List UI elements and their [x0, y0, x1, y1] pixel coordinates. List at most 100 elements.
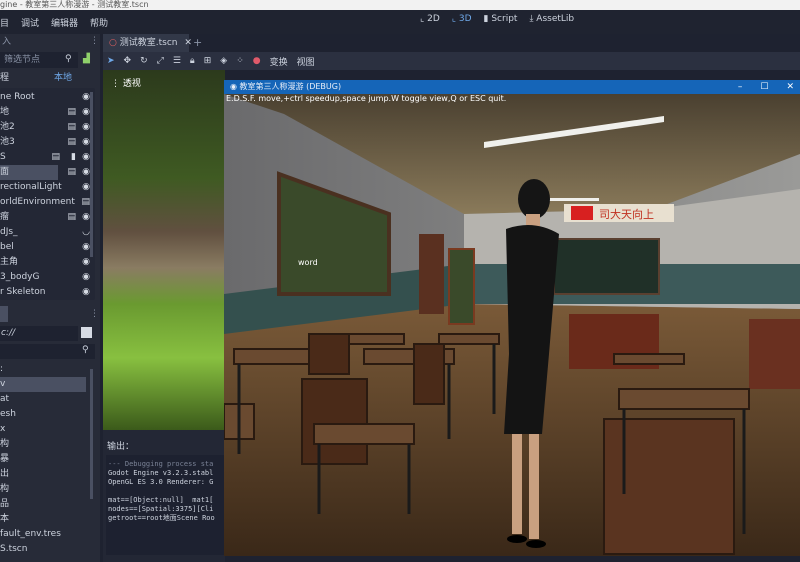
- 3d-viewport[interactable]: ⋮ 透视: [103, 70, 225, 430]
- eye-icon[interactable]: ◉: [82, 270, 90, 285]
- view-menu[interactable]: 视图: [297, 55, 315, 68]
- eye-icon[interactable]: ◉: [82, 120, 90, 135]
- maximize-button[interactable]: ☐: [760, 80, 768, 94]
- file-item[interactable]: x: [0, 422, 86, 437]
- scale-tool-icon[interactable]: ⤢: [157, 56, 164, 66]
- script-attach-icon[interactable]: ▟: [83, 54, 90, 64]
- file-item[interactable]: esh: [0, 407, 86, 422]
- eye-icon[interactable]: ◉: [82, 150, 90, 165]
- file-item[interactable]: at: [0, 392, 86, 407]
- rotate-tool-icon[interactable]: ↻: [140, 56, 148, 66]
- local-space-icon[interactable]: ◈: [220, 56, 227, 66]
- workspace-switcher: ⌞ 2D ⌞ 3D ▮ Script ⤓ AssetLib: [420, 14, 574, 24]
- tree-node-selected[interactable]: 面 ▤ ◉: [0, 165, 92, 180]
- file-item-selected[interactable]: v: [0, 377, 86, 392]
- close-button[interactable]: ✕: [786, 80, 794, 94]
- tree-node[interactable]: 主角 ◉: [0, 255, 92, 270]
- view-toggle-icon[interactable]: [81, 327, 92, 338]
- lock-icon[interactable]: 🔒︎: [190, 56, 195, 66]
- clapper-icon[interactable]: ▤: [67, 210, 76, 225]
- tab-scene[interactable]: 程: [0, 73, 9, 83]
- transform-menu[interactable]: 变换: [270, 55, 288, 68]
- file-item[interactable]: 本: [0, 512, 86, 527]
- filesystem-tab[interactable]: [0, 306, 8, 322]
- game-debug-window[interactable]: ◉ 教室第三人称漫游 (DEBUG) – ☐ ✕ 司大天向上 E.D.S.F. …: [224, 80, 800, 556]
- eye-icon[interactable]: ◉: [82, 135, 90, 150]
- move-tool-icon[interactable]: ✥: [124, 56, 132, 66]
- workspace-script[interactable]: ▮ Script: [484, 14, 518, 24]
- classroom-3d-scene[interactable]: 司大天向上 E.D.S.F. move,+ctrl speedup,space …: [224, 94, 800, 556]
- file-item[interactable]: fault_env.tres: [0, 527, 86, 542]
- clapper-icon[interactable]: ▤: [81, 195, 90, 210]
- tree-node[interactable]: rectionalLight ◉: [0, 180, 92, 195]
- classroom-banner: 司大天向上: [599, 207, 654, 221]
- workspace-3d[interactable]: ⌞ 3D: [452, 14, 472, 24]
- file-filter-input[interactable]: [0, 344, 95, 359]
- tree-node[interactable]: dJs_ ◡: [0, 225, 92, 240]
- tree-node[interactable]: 瘤 ▤ ◉: [0, 210, 92, 225]
- list-select-icon[interactable]: ☰: [173, 56, 181, 66]
- dock-menu-icon[interactable]: ⋮: [90, 36, 99, 46]
- dock-menu-icon[interactable]: ⋮: [90, 309, 99, 319]
- tab-local[interactable]: 本地: [54, 71, 72, 86]
- script-icon[interactable]: ▮: [71, 150, 76, 165]
- file-item[interactable]: 品: [0, 497, 86, 512]
- minimize-button[interactable]: –: [738, 80, 743, 94]
- file-item[interactable]: :: [0, 362, 86, 377]
- snap-icon[interactable]: ⁘: [236, 56, 244, 66]
- clapper-icon[interactable]: ▤: [67, 165, 76, 180]
- path-input[interactable]: c://: [0, 326, 78, 341]
- file-item[interactable]: 出: [0, 467, 86, 482]
- controls-hint: E.D.S.F. move,+ctrl speedup,space jump.W…: [226, 94, 507, 103]
- clapper-icon[interactable]: ▤: [67, 120, 76, 135]
- menu-project[interactable]: 目: [0, 16, 9, 29]
- workspace-assetlib[interactable]: ⤓ AssetLib: [529, 14, 574, 24]
- tree-node[interactable]: 3_bodyG ◉: [0, 270, 92, 285]
- eye-icon[interactable]: ◉: [82, 255, 90, 270]
- tree-node[interactable]: ne Root ◉: [0, 90, 92, 105]
- menu-editor[interactable]: 编辑器: [51, 16, 78, 29]
- tree-node[interactable]: orldEnvironment ▤: [0, 195, 92, 210]
- file-item[interactable]: 暴: [0, 452, 86, 467]
- assetlib-icon: ⤓: [529, 14, 534, 24]
- eye-icon[interactable]: ◉: [82, 210, 90, 225]
- file-item[interactable]: S.tscn: [0, 542, 86, 557]
- clapper-icon[interactable]: ▤: [67, 105, 76, 120]
- clapper-icon[interactable]: ▤: [51, 150, 60, 165]
- preview-camera-icon[interactable]: ●: [253, 56, 261, 66]
- tree-node[interactable]: 池2 ▤ ◉: [0, 120, 92, 135]
- file-item[interactable]: 构: [0, 437, 86, 452]
- left-dock: 入 ⋮ 筛选节点 ⚲ ▟ 程 本地 ne Root ◉ 地 ▤ ◉ 池2 ▤ ◉ 池3 ▤ ◉…: [0, 34, 100, 562]
- eye-icon[interactable]: ◉: [82, 165, 90, 180]
- eye-icon[interactable]: ◉: [82, 240, 90, 255]
- tree-node[interactable]: 池3 ▤ ◉: [0, 135, 92, 150]
- 3d-icon: ⌞: [451, 14, 456, 24]
- tree-node[interactable]: bel ◉: [0, 240, 92, 255]
- select-tool-icon[interactable]: ➤: [107, 56, 115, 66]
- tree-node[interactable]: r Skeleton ◉: [0, 285, 92, 300]
- eye-icon[interactable]: ◉: [82, 180, 90, 195]
- tree-node[interactable]: 地 ▤ ◉: [0, 105, 92, 120]
- perspective-menu[interactable]: ⋮ 透视: [111, 76, 141, 89]
- clapper-icon[interactable]: ▤: [67, 135, 76, 150]
- scene-tab[interactable]: ○ 测试教室.tscn ✕: [103, 34, 192, 52]
- eye-icon[interactable]: ◉: [82, 285, 90, 300]
- menu-bar: 目 调试 编辑器 帮助: [0, 10, 800, 34]
- close-tab-icon[interactable]: ✕: [184, 38, 192, 48]
- tree-node[interactable]: S ▤ ▮ ◉: [0, 150, 92, 165]
- search-icon: ⚲: [82, 345, 89, 355]
- file-item[interactable]: 构: [0, 482, 86, 497]
- menu-debug[interactable]: 调试: [21, 16, 39, 29]
- eye-icon[interactable]: ◉: [82, 90, 90, 105]
- eye-icon[interactable]: ◉: [82, 105, 90, 120]
- group-icon[interactable]: ⊞: [204, 56, 212, 66]
- add-tab-icon[interactable]: +: [193, 36, 202, 49]
- workspace-2d[interactable]: ⌞ 2D: [420, 14, 440, 24]
- output-console[interactable]: --- Debugging process sta Godot Engine v3…: [106, 455, 226, 555]
- menu-help[interactable]: 帮助: [90, 16, 108, 29]
- filesystem-scrollbar[interactable]: [90, 369, 93, 499]
- scene-tree: ne Root ◉ 地 ▤ ◉ 池2 ▤ ◉ 池3 ▤ ◉ S ▤ ▮ ◉ 面 ▤ ◉ rectiona…: [0, 90, 92, 300]
- viewport-toolbar: ➤ ✥ ↻ ⤢ ☰ 🔒︎ ⊞ ◈ ⁘ ● 变换 视图: [103, 52, 800, 70]
- app-icon: ◉: [230, 82, 237, 91]
- eye-hidden-icon[interactable]: ◡: [82, 225, 90, 240]
